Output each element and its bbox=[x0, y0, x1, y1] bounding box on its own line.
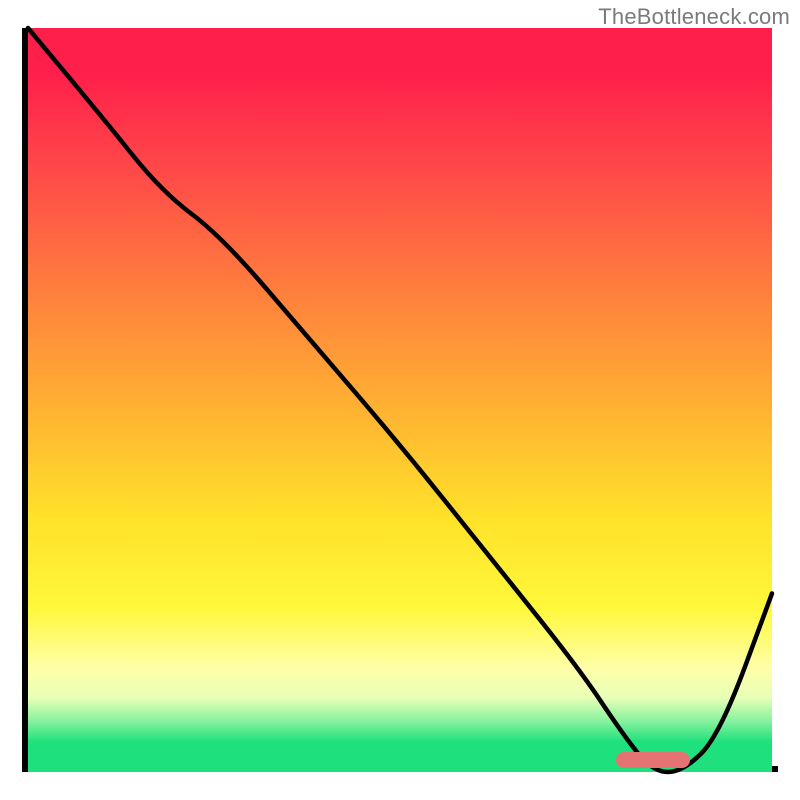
bottleneck-curve bbox=[28, 28, 772, 772]
optimal-marker bbox=[616, 752, 690, 768]
chart bbox=[28, 28, 772, 772]
watermark: TheBottleneck.com bbox=[598, 4, 790, 30]
